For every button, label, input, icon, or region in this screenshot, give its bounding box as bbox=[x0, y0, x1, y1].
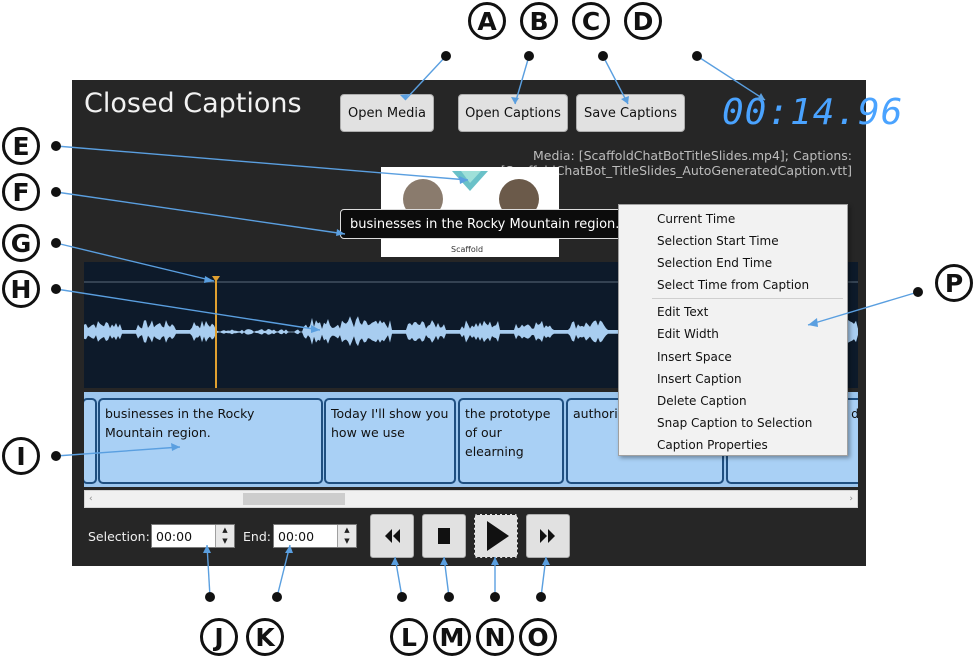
callout-label: P bbox=[935, 264, 973, 302]
callout-label: B bbox=[520, 2, 558, 40]
callout-label: M bbox=[433, 618, 471, 656]
callout-label: J bbox=[200, 618, 238, 656]
callout-label: L bbox=[390, 618, 428, 656]
callout-label: F bbox=[2, 173, 40, 211]
callout-label: O bbox=[519, 618, 557, 656]
callout-label: I bbox=[2, 437, 40, 475]
callout-label: H bbox=[2, 270, 40, 308]
callout-label: C bbox=[572, 2, 610, 40]
callout-label: K bbox=[246, 618, 284, 656]
callout-label: N bbox=[476, 618, 514, 656]
callout-leader-lines bbox=[51, 51, 923, 602]
callout-label: G bbox=[2, 224, 40, 262]
callout-label: A bbox=[468, 2, 506, 40]
callout-label: D bbox=[624, 2, 662, 40]
callout-label: E bbox=[2, 127, 40, 165]
